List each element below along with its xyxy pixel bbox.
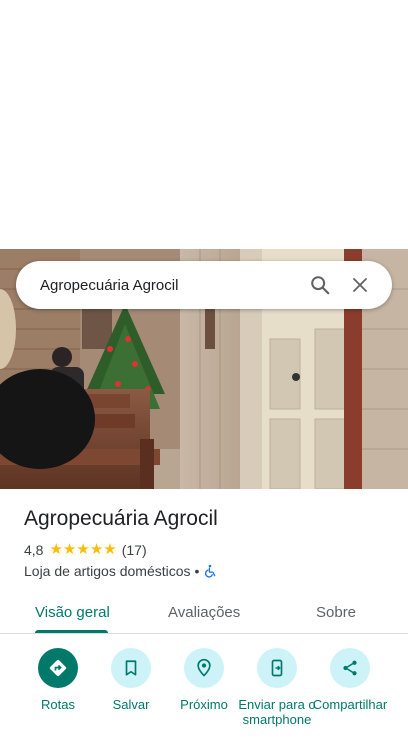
star-icon: ★ <box>76 541 90 558</box>
bookmark-icon <box>125 660 137 676</box>
save-label: Salvar <box>112 697 150 712</box>
nearby-icon <box>197 658 211 677</box>
rating-row[interactable]: 4,8 ★ ★ ★ ★ ★ (17) <box>24 542 147 558</box>
tab-overview[interactable]: Visão geral <box>35 590 110 634</box>
nearby-label: Próximo <box>180 697 228 712</box>
wheelchair-icon <box>205 564 216 578</box>
send-to-phone-button[interactable]: Enviar para o smartphone <box>237 648 317 727</box>
search-bar[interactable]: Agropecuária Agrocil <box>16 261 392 309</box>
directions-button-circle <box>38 648 78 688</box>
separator: • <box>194 563 200 579</box>
rating-stars: ★ ★ ★ ★ ★ <box>49 541 117 558</box>
rating-value: 4,8 <box>24 542 44 558</box>
save-button[interactable]: Salvar <box>91 648 171 712</box>
review-count: (17) <box>121 542 147 558</box>
clear-search-button[interactable] <box>340 265 380 305</box>
share-button-circle <box>330 648 370 688</box>
send-to-phone-icon <box>271 659 283 677</box>
close-icon <box>353 278 367 292</box>
star-icon: ★ <box>62 541 77 558</box>
send-to-phone-label: Enviar para o smartphone <box>238 697 316 727</box>
tab-bar: Visão geral Avaliações Sobre <box>0 590 408 634</box>
directions-icon <box>49 659 67 677</box>
action-bar: Rotas Salvar Próximo Enviar para o smart… <box>0 648 408 738</box>
active-tab-indicator <box>35 630 108 633</box>
save-button-circle <box>111 648 151 688</box>
send-to-phone-button-circle <box>257 648 297 688</box>
place-title: Agropecuária Agrocil <box>24 507 218 530</box>
nearby-button[interactable]: Próximo <box>164 648 244 712</box>
place-page: Agropecuária Agrocil Agropecuária Agroci… <box>0 0 408 738</box>
star-icon: ★ <box>89 541 104 558</box>
category-row: Loja de artigos domésticos • <box>24 563 217 579</box>
share-button[interactable]: Compartilhar <box>310 648 390 712</box>
search-icon <box>311 276 330 295</box>
share-icon <box>343 660 357 676</box>
nearby-button-circle <box>184 648 224 688</box>
star-icon: ★ <box>49 541 63 558</box>
search-query[interactable]: Agropecuária Agrocil <box>40 277 300 294</box>
search-button[interactable] <box>300 265 340 305</box>
star-icon: ★ <box>103 541 117 558</box>
place-category: Loja de artigos domésticos <box>24 563 191 579</box>
share-label: Compartilhar <box>312 697 388 712</box>
directions-button[interactable]: Rotas <box>18 648 98 712</box>
tab-reviews[interactable]: Avaliações <box>168 590 240 634</box>
tab-about[interactable]: Sobre <box>316 590 356 634</box>
directions-label: Rotas <box>41 697 75 712</box>
